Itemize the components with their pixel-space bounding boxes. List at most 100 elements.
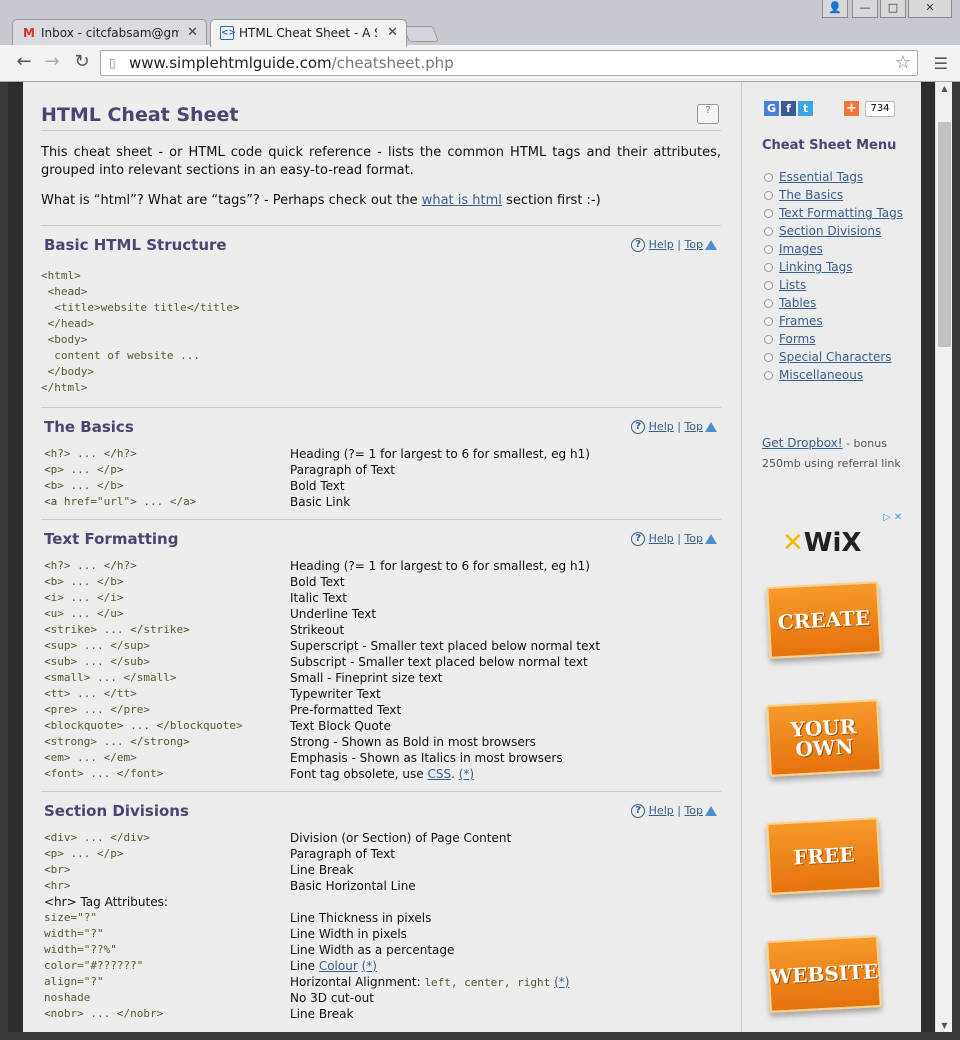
description-text: Line Thickness in pixels [290,911,432,925]
help-link[interactable]: Help [649,804,674,817]
description-text: Line Break [290,863,354,877]
help-link[interactable]: Help [649,238,674,251]
sidebar-menu-label[interactable]: The Basics [779,188,843,202]
ad-create-button[interactable]: CREATE [766,581,882,659]
tab-inbox[interactable]: M Inbox - citcfabsam@gmail ✕ [12,19,207,46]
inline-link[interactable]: CSS [427,767,451,781]
forward-arrow-icon[interactable]: → [40,52,64,74]
sidebar-menu-label[interactable]: Special Characters [779,350,892,364]
sidebar-menu-label[interactable]: Images [779,242,823,256]
sidebar-menu-label[interactable]: Miscellaneous [779,368,863,382]
top-link[interactable]: Top [684,420,703,433]
close-icon[interactable]: ✕ [187,25,198,40]
what-is-html-link[interactable]: what is html [422,193,502,208]
sidebar-menu-label[interactable]: Forms [779,332,815,346]
dropbox-link[interactable]: Get Dropbox! [762,436,843,450]
sidebar-menu-item[interactable]: Linking Tags [764,258,914,276]
table-row: <u> ... </u> Underline Text [41,606,721,622]
sidebar-menu-item[interactable]: Frames [764,312,914,330]
sidebar-menu-item[interactable]: Miscellaneous [764,366,914,384]
google-icon[interactable]: G [764,101,779,116]
structure-code: <html> <head> <title>website title</titl… [41,269,240,394]
top-link[interactable]: Top [684,804,703,817]
sidebar-menu-item[interactable]: Text Formatting Tags [764,204,914,222]
up-arrow-icon[interactable] [705,240,717,250]
sidebar-menu-label[interactable]: Section Divisions [779,224,881,238]
basics-rows: <h?> ... </h?> Heading (?= 1 for largest … [41,446,721,510]
dropbox-promo: Get Dropbox! - bonus 250mb using referra… [762,433,912,474]
footnote-link[interactable]: (*) [362,959,377,973]
sidebar-menu-label[interactable]: Essential Tags [779,170,863,184]
up-arrow-icon[interactable] [705,422,717,432]
up-arrow-icon[interactable] [705,534,717,544]
sidebar-menu-label[interactable]: Linking Tags [779,260,853,274]
footnote-link[interactable]: (*) [459,767,474,781]
scrollbar[interactable]: ▲ ▼ [935,82,952,1032]
sidebar-menu-label[interactable]: Text Formatting Tags [779,206,903,220]
ad-your-own-button[interactable]: YOUR OWN [766,699,882,777]
close-window-button[interactable]: ✕ [908,0,952,18]
scroll-thumb[interactable] [938,122,951,347]
sidebar-menu-item[interactable]: Images [764,240,914,258]
sidebar-menu-item[interactable]: Lists [764,276,914,294]
menu-icon[interactable]: ☰ [934,54,948,73]
reload-icon[interactable]: ↻ [70,52,94,74]
table-row: <div> ... </div> Division (or Section) of… [41,830,721,846]
close-icon[interactable]: ✕ [387,25,398,40]
wix-logo[interactable]: ✕WiX [782,528,861,558]
bookmark-star-icon[interactable]: ☆ [895,52,911,73]
minimize-button[interactable]: — [852,0,878,18]
scroll-down-icon[interactable]: ▼ [936,1021,953,1030]
tag-description: Underline Text [290,606,376,622]
top-link[interactable]: Top [684,532,703,545]
adchoices-icon[interactable]: ▷ ✕ [883,512,902,523]
help-icon[interactable]: ? [631,804,646,818]
help-top-links: ? Help | Top [631,804,717,818]
facebook-icon[interactable]: f [781,101,796,116]
ad-free-button[interactable]: FREE [766,817,882,895]
user-icon[interactable]: 👤 [822,0,848,18]
footnote-link[interactable]: (*) [554,975,569,989]
help-icon[interactable]: ? [631,420,646,434]
left-border [8,82,23,1032]
twitter-icon[interactable]: t [798,101,813,116]
sidebar-menu-item[interactable]: The Basics [764,186,914,204]
sidebar-menu-item[interactable]: Forms [764,330,914,348]
description-text: Typewriter Text [290,687,381,701]
intro-question: What is “html”? What are “tags”? - Perha… [41,193,601,208]
tab-cheatsheet[interactable]: <> HTML Cheat Sheet - A Sim ✕ [210,19,407,47]
ad-brand: WiX [803,528,862,558]
top-link[interactable]: Top [684,238,703,251]
new-tab-button[interactable] [403,26,439,42]
table-row: <p> ... </p> Paragraph of Text [41,462,721,478]
tag-code: <em> ... </em> [44,751,137,764]
ad-website-button[interactable]: WEBSITE [766,935,882,1013]
separator-text: . [451,767,459,781]
sidebar-menu-label[interactable]: Lists [779,278,806,292]
address-bar[interactable]: ▯ www.simplehtmlguide.com/cheatsheet.php… [100,50,918,76]
help-link[interactable]: Help [649,532,674,545]
help-icon[interactable]: ? [631,532,646,546]
sidebar-menu-item[interactable]: Essential Tags [764,168,914,186]
inline-link[interactable]: Colour [319,959,358,973]
table-row: <br> Line Break [41,862,721,878]
tag-description: Subscript - Smaller text placed below no… [290,654,588,670]
table-row: <sub> ... </sub> Subscript - Smaller text… [41,654,721,670]
description-text: Line Width as a percentage [290,943,455,957]
help-link[interactable]: Help [649,420,674,433]
back-arrow-icon[interactable]: ← [12,52,36,74]
maximize-button[interactable]: □ [880,0,906,18]
tag-description: Heading (?= 1 for largest to 6 for small… [290,446,590,462]
add-share-icon[interactable]: + [844,101,859,116]
up-arrow-icon[interactable] [705,806,717,816]
sidebar-menu-item[interactable]: Tables [764,294,914,312]
sidebar-menu-label[interactable]: Frames [779,314,823,328]
scroll-up-icon[interactable]: ▲ [936,84,953,93]
sidebar-menu-item[interactable]: Section Divisions [764,222,914,240]
tag-code: <tt> ... </tt> [44,687,137,700]
sidebar-menu-item[interactable]: Special Characters [764,348,914,366]
help-icon[interactable]: ? [631,238,646,252]
sidebar-menu-label[interactable]: Tables [779,296,816,310]
description-text: Paragraph of Text [290,847,395,861]
description-text: Font tag obsolete, use [290,767,428,781]
